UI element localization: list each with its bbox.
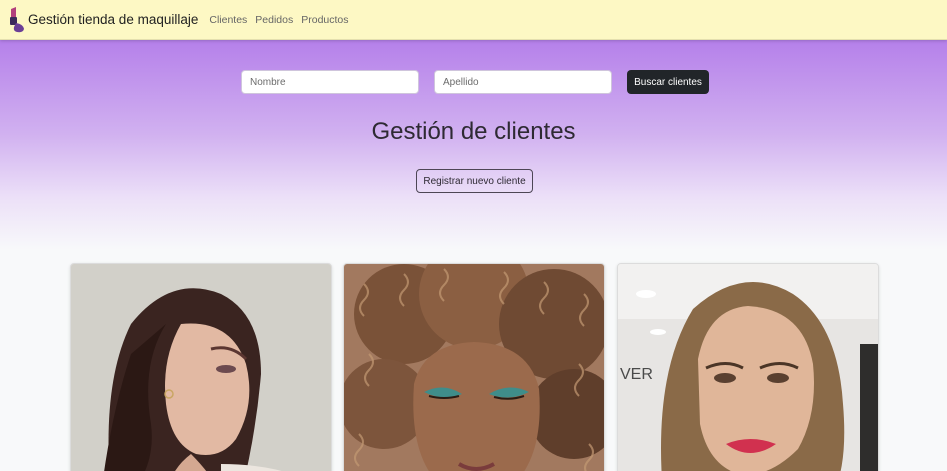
client-photo: VER bbox=[618, 264, 878, 471]
brand-title: Gestión tienda de maquillaje bbox=[28, 12, 199, 27]
last-name-input[interactable] bbox=[434, 70, 612, 94]
svg-text:VER: VER bbox=[620, 366, 653, 383]
search-clients-button[interactable]: Buscar clientes bbox=[627, 70, 709, 94]
hero-section: Buscar clientes Gestión de clientes Regi… bbox=[0, 40, 947, 250]
first-name-input[interactable] bbox=[241, 70, 419, 94]
nav-link-clientes[interactable]: Clientes bbox=[209, 14, 247, 26]
client-card[interactable] bbox=[70, 263, 332, 471]
client-photo bbox=[71, 264, 331, 471]
client-card[interactable]: VER bbox=[617, 263, 879, 471]
register-client-button[interactable]: Registrar nuevo cliente bbox=[416, 169, 533, 193]
nav-link-pedidos[interactable]: Pedidos bbox=[255, 14, 293, 26]
page-title: Gestión de clientes bbox=[371, 118, 576, 145]
client-photo bbox=[344, 264, 604, 471]
brand-link[interactable]: Gestión tienda de maquillaje bbox=[7, 6, 209, 33]
nav-link-productos[interactable]: Productos bbox=[301, 14, 348, 26]
navbar: Gestión tienda de maquillaje Clientes Pe… bbox=[0, 0, 947, 40]
client-card[interactable] bbox=[343, 263, 605, 471]
lipstick-icon bbox=[7, 6, 25, 33]
